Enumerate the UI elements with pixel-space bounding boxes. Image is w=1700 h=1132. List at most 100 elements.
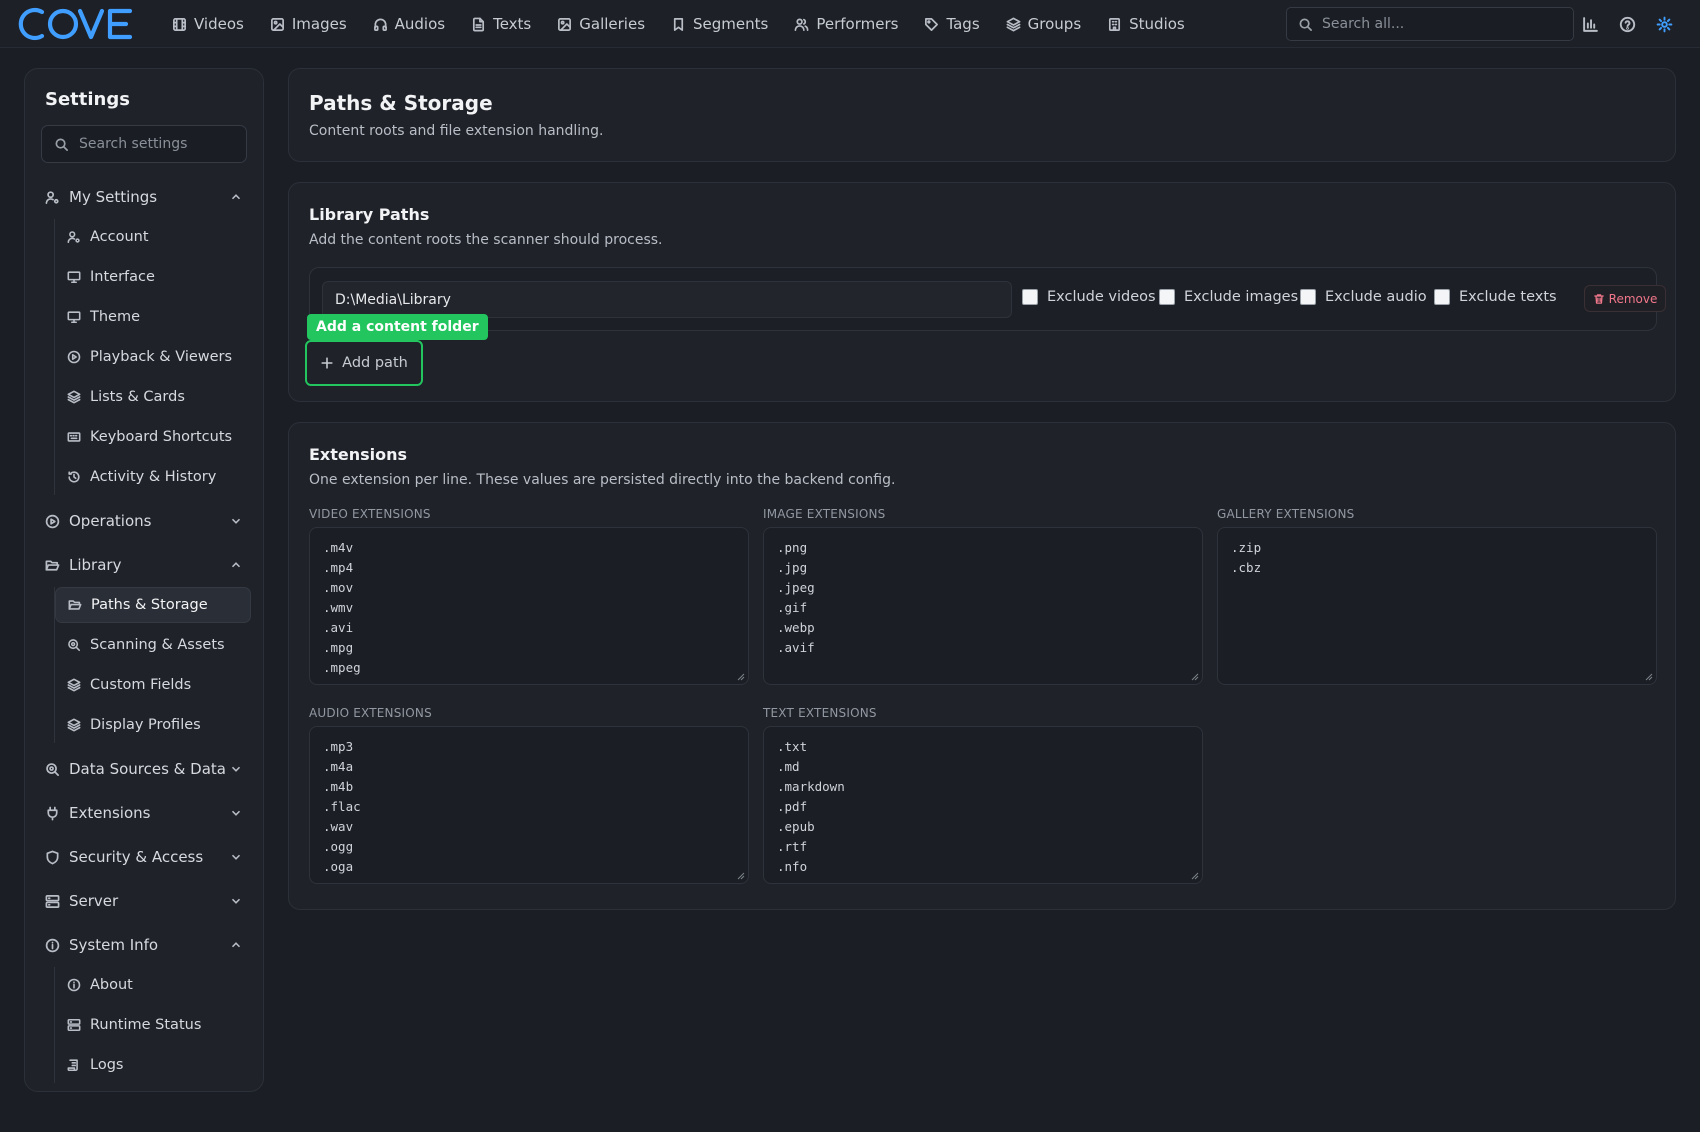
- sidebar-item-logs[interactable]: Logs: [55, 1047, 247, 1083]
- ext-line: .rtf: [777, 839, 808, 854]
- sidebar-item-activity-history[interactable]: Activity & History: [55, 459, 247, 495]
- headphones-icon: [373, 18, 387, 31]
- sidebar-item-display-profiles[interactable]: Display Profiles: [55, 707, 247, 743]
- bookmark-icon: [673, 17, 684, 31]
- ext-line: .mpeg: [323, 660, 361, 675]
- sidebar-section-my-settings[interactable]: My Settings: [41, 175, 247, 219]
- sidebar-section-library[interactable]: Library: [41, 543, 247, 587]
- extensions-subtitle: One extension per line. These values are…: [309, 472, 896, 488]
- building-icon: [1109, 17, 1121, 31]
- sidebar-item-runtime-status[interactable]: Runtime Status: [55, 1007, 247, 1043]
- ext-line: .markdown: [777, 779, 845, 794]
- sidebar-section-system-info[interactable]: System Info: [41, 923, 247, 967]
- sidebar-item-label: About: [90, 977, 133, 993]
- video-extensions-textarea[interactable]: .m4v .mp4 .mov .wmv .avi .mpg .mpeg: [309, 527, 749, 685]
- sidebar-item-paths-storage[interactable]: Paths & Storage: [55, 587, 251, 623]
- help-icon[interactable]: [1619, 16, 1636, 33]
- add-path-button[interactable]: Add path: [305, 340, 423, 386]
- text-extensions-textarea[interactable]: .txt .md .markdown .pdf .epub .rtf .nfo: [763, 726, 1203, 884]
- sidebar-item-playback[interactable]: Playback & Viewers: [55, 339, 247, 375]
- library-path-input[interactable]: [322, 281, 1012, 318]
- sidebar-item-theme[interactable]: Theme: [55, 299, 247, 335]
- sidebar-section-operations[interactable]: Operations: [41, 499, 247, 543]
- exclude-texts-option[interactable]: Exclude texts: [1434, 289, 1557, 305]
- resize-grip-icon[interactable]: [737, 872, 745, 880]
- cove-logo[interactable]: [14, 6, 138, 42]
- add-path-label: Add path: [342, 355, 408, 371]
- keyboard-icon: [67, 432, 81, 442]
- exclude-audio-option[interactable]: Exclude audio: [1300, 289, 1427, 305]
- library-path-row: Exclude videos Exclude images Exclude au…: [309, 267, 1666, 331]
- search-icon: [1299, 18, 1312, 31]
- sidebar-item-account[interactable]: Account: [55, 219, 247, 255]
- sidebar-section-server[interactable]: Server: [41, 879, 247, 923]
- nav-images[interactable]: Images: [270, 15, 347, 33]
- sidebar-section-data-sources[interactable]: Data Sources & Data: [41, 747, 247, 791]
- sidebar-section-label: Extensions: [69, 804, 151, 822]
- nav-texts[interactable]: Texts: [471, 15, 531, 33]
- exclude-images-option[interactable]: Exclude images: [1159, 289, 1298, 305]
- layers-icon: [67, 678, 81, 692]
- nav-videos[interactable]: Videos: [172, 15, 244, 33]
- ext-line: .zip: [1231, 540, 1262, 555]
- nav-studios[interactable]: Studios: [1107, 15, 1185, 33]
- remove-path-button[interactable]: Remove: [1584, 285, 1666, 312]
- settings-search[interactable]: [41, 125, 247, 163]
- global-search[interactable]: [1286, 7, 1574, 41]
- exclude-audio-checkbox[interactable]: [1300, 289, 1316, 305]
- ext-line: .mpg: [323, 640, 354, 655]
- layers-icon: [67, 718, 81, 732]
- exclude-texts-label: Exclude texts: [1459, 289, 1557, 305]
- nav-tags[interactable]: Tags: [924, 15, 980, 33]
- sidebar-section-extensions[interactable]: Extensions: [41, 791, 247, 835]
- resize-grip-icon[interactable]: [1191, 673, 1199, 681]
- sidebar-item-scanning-assets[interactable]: Scanning & Assets: [55, 627, 247, 663]
- audio-extensions-textarea[interactable]: .mp3 .m4a .m4b .flac .wav .ogg .oga: [309, 726, 749, 884]
- gallery-extensions-textarea[interactable]: .zip .cbz: [1217, 527, 1657, 685]
- nav-studios-label: Studios: [1129, 15, 1185, 33]
- nav-galleries[interactable]: Galleries: [557, 15, 645, 33]
- bar-chart-icon[interactable]: [1582, 16, 1599, 33]
- sidebar-item-custom-fields[interactable]: Custom Fields: [55, 667, 247, 703]
- zoom-scan-icon: [68, 639, 81, 652]
- ext-line: .epub: [777, 819, 815, 834]
- exclude-videos-checkbox[interactable]: [1022, 289, 1038, 305]
- exclude-texts-checkbox[interactable]: [1434, 289, 1450, 305]
- sidebar-item-interface[interactable]: Interface: [55, 259, 247, 295]
- library-paths-subtitle: Add the content roots the scanner should…: [309, 232, 663, 248]
- image-extensions-textarea[interactable]: .png .jpg .jpeg .gif .webp .avif: [763, 527, 1203, 685]
- ext-line: .nfo: [777, 859, 808, 874]
- nav-performers[interactable]: Performers: [794, 15, 898, 33]
- info-icon: [67, 978, 81, 992]
- resize-grip-icon[interactable]: [737, 673, 745, 681]
- exclude-videos-option[interactable]: Exclude videos: [1022, 289, 1156, 305]
- sidebar-item-about[interactable]: About: [55, 967, 247, 1003]
- resize-grip-icon[interactable]: [1645, 673, 1653, 681]
- ext-line: .ogg: [323, 839, 354, 854]
- sidebar-item-label: Interface: [90, 269, 155, 285]
- sidebar-item-label: Custom Fields: [90, 677, 192, 693]
- layers-icon: [1006, 17, 1021, 31]
- nav-segments[interactable]: Segments: [671, 15, 768, 33]
- nav-groups[interactable]: Groups: [1006, 15, 1081, 33]
- monitor-icon: [67, 311, 81, 324]
- sidebar-item-label: Paths & Storage: [91, 597, 208, 613]
- sidebar-item-keyboard-shortcuts[interactable]: Keyboard Shortcuts: [55, 419, 247, 455]
- global-search-input[interactable]: [1322, 16, 1552, 32]
- nav-audios[interactable]: Audios: [373, 15, 445, 33]
- nav-images-label: Images: [291, 15, 347, 33]
- gear-icon[interactable]: [1656, 16, 1673, 33]
- exclude-images-checkbox[interactable]: [1159, 289, 1175, 305]
- chevron-up-icon: [231, 194, 241, 200]
- sidebar-item-label: Account: [90, 229, 149, 245]
- sidebar-item-label: Theme: [90, 309, 141, 325]
- library-paths-panel: Library Paths Add the content roots the …: [288, 182, 1676, 402]
- ext-line: .md: [777, 759, 800, 774]
- plus-icon: [321, 357, 333, 369]
- settings-search-input[interactable]: [79, 136, 239, 152]
- extensions-panel: Extensions One extension per line. These…: [288, 422, 1676, 910]
- monitor-icon: [67, 271, 81, 284]
- resize-grip-icon[interactable]: [1191, 872, 1199, 880]
- sidebar-item-lists-cards[interactable]: Lists & Cards: [55, 379, 247, 415]
- sidebar-section-security[interactable]: Security & Access: [41, 835, 247, 879]
